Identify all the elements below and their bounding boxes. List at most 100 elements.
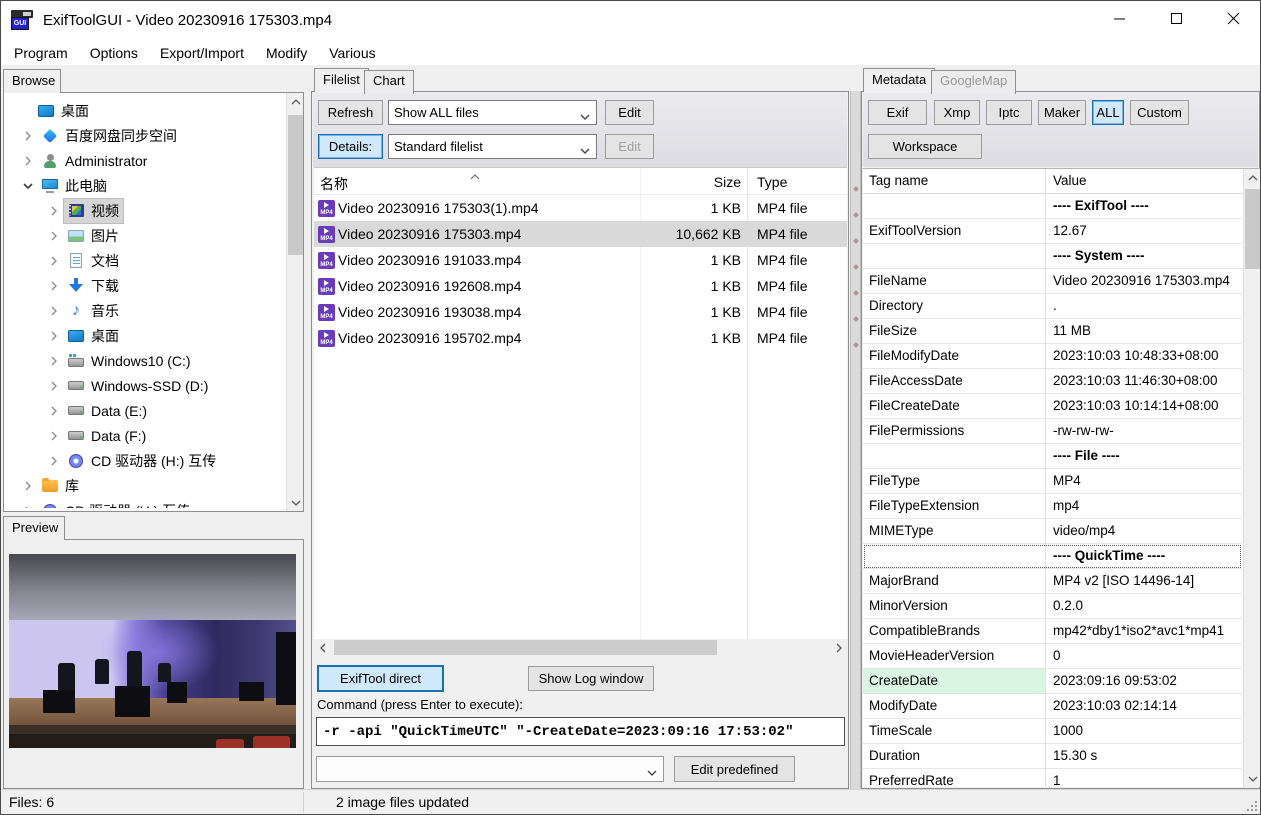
filter-iptc-button[interactable]: Iptc — [986, 100, 1032, 125]
resize-grip[interactable] — [1247, 801, 1257, 811]
column-header-value[interactable]: Value — [1053, 173, 1087, 188]
file-row-5[interactable]: MP4Video 20230916 195702.mp41 KBMP4 file — [314, 325, 847, 351]
column-header-type[interactable]: Type — [757, 174, 787, 190]
filter-xmp-button[interactable]: Xmp — [934, 100, 980, 125]
chevron-right-icon[interactable] — [44, 256, 64, 266]
filter-all-button[interactable]: ALL — [1092, 100, 1124, 125]
menu-modify[interactable]: Modify — [255, 41, 318, 65]
tree-item-item-7[interactable]: 下载 — [4, 273, 285, 298]
tree-item-item-5[interactable]: 图片 — [4, 223, 285, 248]
tree-item-datae-12[interactable]: Data (E:) — [4, 398, 285, 423]
metadata-row-filesize[interactable]: FileSize11 MB — [863, 319, 1242, 344]
file-row-1[interactable]: MP4Video 20230916 175303.mp410,662 KBMP4… — [314, 221, 847, 247]
command-input[interactable] — [316, 717, 845, 746]
chevron-down-icon[interactable] — [18, 181, 38, 191]
metadata-row-compatiblebrands[interactable]: CompatibleBrandsmp42*dby1*iso2*avc1*mp41 — [863, 619, 1242, 644]
tree-scrollbar[interactable] — [286, 93, 303, 511]
workspace-button[interactable]: Workspace — [868, 134, 982, 159]
chevron-right-icon[interactable] — [44, 231, 64, 241]
filter-maker-button[interactable]: Maker — [1038, 100, 1086, 125]
tree-item-windowsssdd-11[interactable]: Windows-SSD (D:) — [4, 373, 285, 398]
exiftool-direct-button[interactable]: ExifTool direct — [318, 666, 443, 691]
panel-splitter[interactable] — [850, 91, 861, 789]
metadata-row-preferredrate[interactable]: PreferredRate1 — [863, 769, 1242, 787]
chevron-right-icon[interactable] — [44, 331, 64, 341]
menu-program[interactable]: Program — [3, 41, 79, 65]
metadata-scrollbar-thumb[interactable] — [1245, 189, 1260, 269]
tab-googlemap[interactable]: GoogleMap — [931, 70, 1016, 94]
tab-preview[interactable]: Preview — [3, 516, 65, 540]
metadata-row-duration[interactable]: Duration15.30 s — [863, 744, 1242, 769]
metadata-row-fileaccessdate[interactable]: FileAccessDate2023:10:03 11:46:30+08:00 — [863, 369, 1242, 394]
tree-item-item-4[interactable]: 视频 — [4, 198, 285, 223]
metadata-row-createdate[interactable]: CreateDate2023:09:16 09:53:02 — [863, 669, 1242, 694]
edit-filter-button[interactable]: Edit — [605, 100, 654, 125]
metadata-section-row[interactable]: ---- File ---- — [863, 444, 1242, 469]
file-row-0[interactable]: MP4Video 20230916 175303(1).mp41 KBMP4 f… — [314, 195, 847, 221]
metadata-row-filemodifydate[interactable]: FileModifyDate2023:10:03 10:48:33+08:00 — [863, 344, 1242, 369]
filelist-style-dropdown[interactable]: Standard filelist — [388, 134, 597, 159]
column-header-name[interactable]: 名称 — [320, 174, 348, 194]
menu-various[interactable]: Various — [318, 41, 386, 65]
metadata-section-row[interactable]: ---- System ---- — [863, 244, 1242, 269]
tab-metadata[interactable]: Metadata — [863, 68, 935, 92]
tree-item-item-0[interactable]: 桌面 — [4, 98, 285, 123]
chevron-right-icon[interactable] — [44, 356, 64, 366]
hscroll-thumb[interactable] — [334, 640, 717, 655]
tree-scrollbar-thumb[interactable] — [288, 115, 303, 255]
metadata-row-modifydate[interactable]: ModifyDate2023:10:03 02:14:14 — [863, 694, 1242, 719]
metadata-row-mimetype[interactable]: MIMETypevideo/mp4 — [863, 519, 1242, 544]
metadata-row-filepermissions[interactable]: FilePermissions-rw-rw-rw- — [863, 419, 1242, 444]
tree-item-item-9[interactable]: 桌面 — [4, 323, 285, 348]
metadata-row-filetypeextension[interactable]: FileTypeExtensionmp4 — [863, 494, 1242, 519]
scroll-down-icon[interactable] — [287, 494, 304, 511]
column-header-tagname[interactable]: Tag name — [869, 173, 928, 188]
file-row-3[interactable]: MP4Video 20230916 192608.mp41 KBMP4 file — [314, 273, 847, 299]
maximize-button[interactable] — [1148, 1, 1205, 41]
tree-item-item-15[interactable]: 库 — [4, 473, 285, 498]
file-filter-dropdown[interactable]: Show ALL files — [388, 100, 597, 125]
chevron-right-icon[interactable] — [44, 306, 64, 316]
chevron-right-icon[interactable] — [44, 281, 64, 291]
tree-item-item-8[interactable]: ♪音乐 — [4, 298, 285, 323]
details-button[interactable]: Details: — [318, 134, 383, 159]
metadata-row-exiftoolversion[interactable]: ExifToolVersion12.67 — [863, 219, 1242, 244]
column-header-size[interactable]: Size — [639, 174, 741, 190]
minimize-button[interactable] — [1091, 1, 1148, 41]
metadata-row-majorbrand[interactable]: MajorBrandMP4 v2 [ISO 14496-14] — [863, 569, 1242, 594]
scroll-up-icon[interactable] — [287, 93, 304, 110]
tree-item-item-3[interactable]: 此电脑 — [4, 173, 285, 198]
tree-item-item-6[interactable]: 文档 — [4, 248, 285, 273]
show-log-button[interactable]: Show Log window — [528, 666, 654, 691]
tree-item-dataf-13[interactable]: Data (F:) — [4, 423, 285, 448]
tree-item-cdh-14[interactable]: CD 驱动器 (H:) 互传 — [4, 448, 285, 473]
metadata-row-timescale[interactable]: TimeScale1000 — [863, 719, 1242, 744]
file-row-2[interactable]: MP4Video 20230916 191033.mp41 KBMP4 file — [314, 247, 847, 273]
file-row-4[interactable]: MP4Video 20230916 193038.mp41 KBMP4 file — [314, 299, 847, 325]
scroll-right-icon[interactable] — [830, 639, 847, 656]
filter-exif-button[interactable]: Exif — [868, 100, 927, 125]
chevron-right-icon[interactable] — [18, 131, 38, 141]
menu-options[interactable]: Options — [79, 41, 149, 65]
tab-filelist[interactable]: Filelist — [314, 68, 369, 92]
metadata-row-filetype[interactable]: FileTypeMP4 — [863, 469, 1242, 494]
metadata-row-filecreatedate[interactable]: FileCreateDate2023:10:03 10:14:14+08:00 — [863, 394, 1242, 419]
chevron-right-icon[interactable] — [18, 156, 38, 166]
chevron-right-icon[interactable] — [44, 381, 64, 391]
close-button[interactable] — [1205, 1, 1261, 41]
refresh-button[interactable]: Refresh — [318, 100, 383, 125]
chevron-right-icon[interactable] — [44, 206, 64, 216]
edit-predefined-button[interactable]: Edit predefined — [674, 756, 795, 782]
horizontal-scrollbar[interactable] — [314, 639, 847, 656]
tab-browse[interactable]: Browse — [3, 69, 61, 93]
metadata-row-filename[interactable]: FileNameVideo 20230916 175303.mp4 — [863, 269, 1242, 294]
chevron-right-icon[interactable] — [18, 481, 38, 491]
tree-item-cdh-16[interactable]: CD 驱动器 (H:) 互传 — [4, 498, 285, 508]
metadata-section-row[interactable]: ---- QuickTime ---- — [863, 544, 1242, 569]
chevron-right-icon[interactable] — [18, 506, 38, 509]
scroll-left-icon[interactable] — [314, 639, 331, 656]
scroll-up-icon[interactable] — [1244, 169, 1260, 186]
metadata-row-movieheaderversion[interactable]: MovieHeaderVersion0 — [863, 644, 1242, 669]
metadata-row-minorversion[interactable]: MinorVersion0.2.0 — [863, 594, 1242, 619]
metadata-section-row[interactable]: ---- ExifTool ---- — [863, 194, 1242, 219]
